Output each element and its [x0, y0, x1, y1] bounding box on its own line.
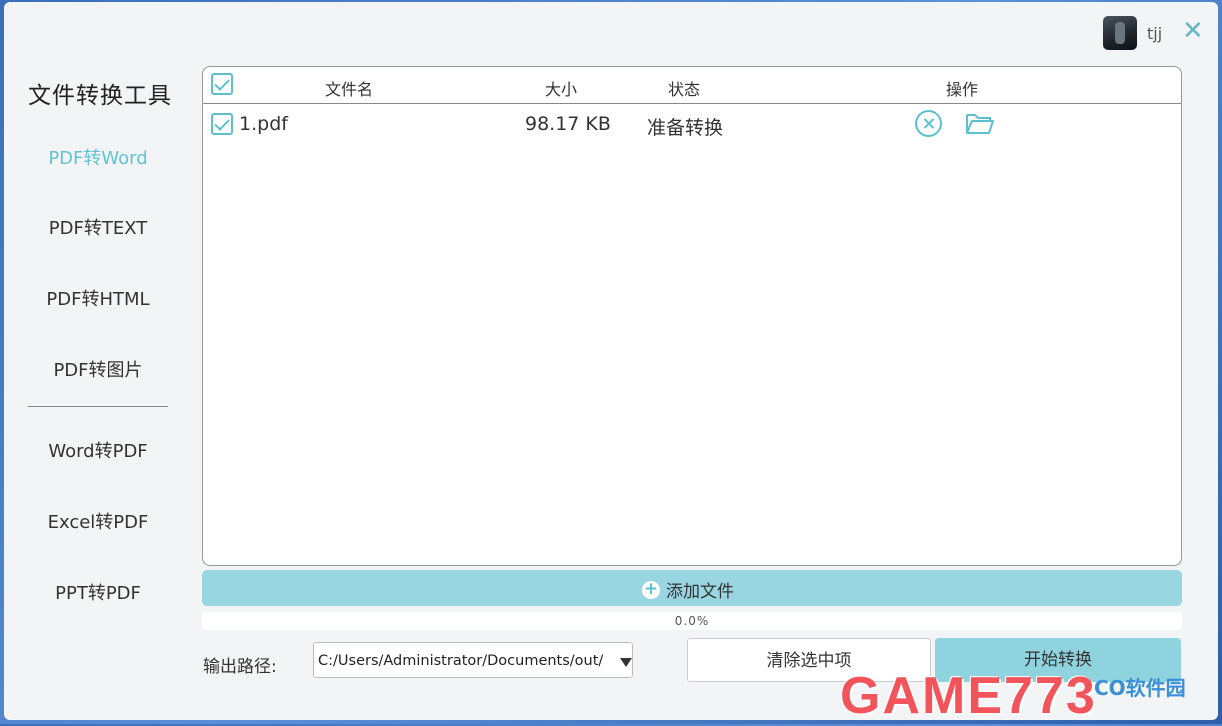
cancel-circle-icon[interactable]	[915, 110, 942, 137]
app-title: 文件转换工具	[28, 83, 172, 109]
caret-down-icon[interactable]	[620, 658, 632, 667]
add-file-button[interactable]: + 添加文件	[202, 570, 1182, 606]
output-path-value: C:/Users/Administrator/Documents/out/	[318, 653, 604, 669]
folder-open-icon[interactable]	[965, 111, 995, 135]
watermark-sub: CO软件园	[1094, 676, 1186, 700]
nav-item-pdf-to-text[interactable]: PDF转TEXT	[22, 214, 174, 240]
select-all-checkbox[interactable]	[211, 73, 233, 95]
app-window: tjj ✕ 文件转换工具 PDF转Word PDF转TEXT PDF转HTML …	[4, 2, 1218, 725]
progress-text: 0.0%	[674, 614, 710, 628]
output-path-select[interactable]: C:/Users/Administrator/Documents/out/	[313, 642, 633, 678]
row-checkbox[interactable]	[211, 113, 233, 135]
plus-circle-icon: +	[642, 578, 660, 599]
watermark: GAME773 CO软件园	[840, 667, 1220, 726]
column-actions: 操作	[946, 80, 979, 99]
user-name: tjj	[1147, 24, 1163, 43]
column-filename: 文件名	[325, 80, 374, 99]
add-file-label: 添加文件	[666, 582, 734, 602]
file-table: 文件名 大小 状态 操作 1.pdf 98.17 KB 准备转换	[202, 66, 1182, 566]
nav-item-pdf-to-word[interactable]: PDF转Word	[22, 144, 174, 170]
row-status: 准备转换	[647, 117, 724, 139]
watermark-logo: GAME773	[840, 667, 1097, 725]
nav-item-word-to-pdf[interactable]: Word转PDF	[22, 437, 174, 463]
column-size: 大小	[545, 80, 578, 99]
nav-divider	[28, 406, 168, 407]
close-icon[interactable]: ✕	[1182, 18, 1204, 44]
nav-item-pdf-to-html[interactable]: PDF转HTML	[22, 285, 174, 311]
row-filename: 1.pdf	[239, 113, 288, 135]
column-status: 状态	[668, 80, 701, 99]
table-header: 文件名 大小 状态 操作	[203, 67, 1181, 104]
output-path-label: 输出路径:	[203, 657, 277, 677]
nav-item-excel-to-pdf[interactable]: Excel转PDF	[22, 508, 174, 534]
avatar[interactable]	[1103, 16, 1137, 50]
nav-item-ppt-to-pdf[interactable]: PPT转PDF	[22, 579, 174, 605]
progress-bar: 0.0%	[202, 612, 1182, 630]
row-size: 98.17 KB	[525, 113, 611, 135]
nav-item-pdf-to-image[interactable]: PDF转图片	[22, 356, 174, 382]
